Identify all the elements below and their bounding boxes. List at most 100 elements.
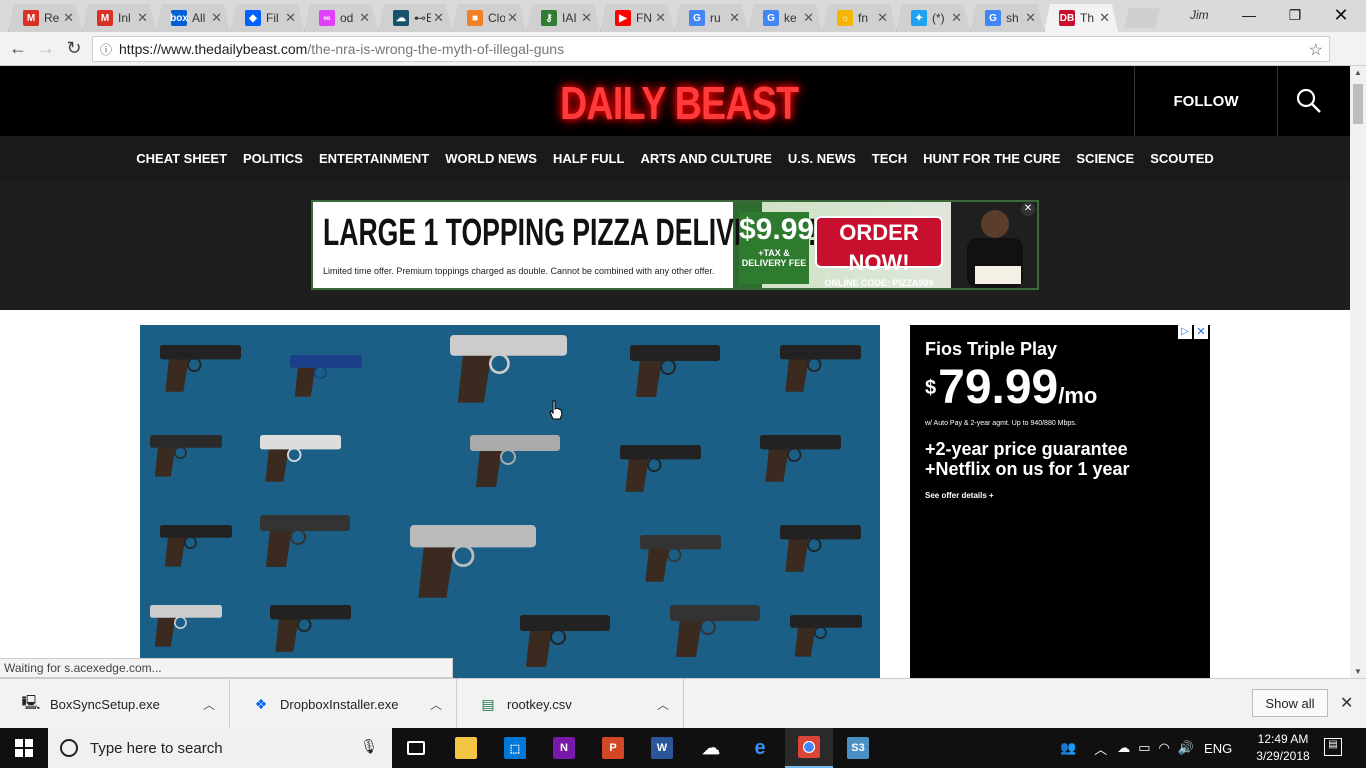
browser-tab[interactable]: ☼ fn ✕ [822, 4, 896, 32]
system-tray: 👥 ︿ ☁ ▭ ◠ 🔊 ENG [1060, 728, 1232, 768]
nav-link[interactable]: SCIENCE [1076, 151, 1134, 166]
browser-tab[interactable]: ☁ ⊷E ✕ [378, 4, 452, 32]
word-icon[interactable]: W [638, 728, 686, 768]
wifi-icon[interactable]: ◠ [1159, 740, 1170, 756]
nav-link[interactable]: ENTERTAINMENT [319, 151, 429, 166]
taskbar-search[interactable]: Type here to search 🎙 [48, 728, 392, 768]
pizza-banner-ad[interactable]: LARGE 1 TOPPING PIZZA DELIVERED! Limited… [311, 200, 1039, 290]
download-item[interactable]: ▤ rootkey.csv ︿ [457, 679, 684, 729]
close-tab-icon[interactable]: ✕ [951, 10, 962, 26]
site-logo[interactable]: DAILY BEAST [560, 76, 799, 130]
close-tab-icon[interactable]: ✕ [285, 10, 296, 26]
ad-order-button[interactable]: ORDER NOW! ONLINE CODE: PIZZA999 [815, 216, 943, 288]
task-view-icon[interactable] [392, 728, 440, 768]
nav-link[interactable]: HALF FULL [553, 151, 624, 166]
browser-tab[interactable]: ⚷ IAI ✕ [526, 4, 600, 32]
search-icon[interactable] [1296, 88, 1322, 114]
people-icon[interactable]: 👥 [1060, 740, 1076, 756]
show-all-downloads-button[interactable]: Show all [1252, 689, 1328, 717]
onenote-icon[interactable]: N [540, 728, 588, 768]
browser-tab[interactable]: ▶ FN ✕ [600, 4, 674, 32]
nav-link[interactable]: TECH [872, 151, 907, 166]
powerpoint-icon[interactable]: P [589, 728, 637, 768]
close-tab-icon[interactable]: ✕ [359, 10, 370, 26]
page-scrollbar[interactable]: ▲ ▼ [1350, 66, 1366, 678]
close-tab-icon[interactable]: ✕ [581, 10, 592, 26]
info-icon[interactable]: ⓘ [93, 41, 119, 58]
follow-button[interactable]: FOLLOW [1134, 66, 1278, 136]
close-shelf-icon[interactable]: ✕ [1340, 693, 1353, 713]
browser-tab[interactable]: M Re ✕ [8, 4, 82, 32]
adchoices-icon[interactable]: ▷ [1178, 325, 1192, 339]
minimize-button[interactable]: — [1226, 4, 1272, 26]
bookmark-star-icon[interactable]: ☆ [1309, 40, 1323, 60]
close-tab-icon[interactable]: ✕ [1099, 10, 1110, 26]
close-tab-icon[interactable]: ✕ [507, 10, 518, 26]
clock[interactable]: 12:49 AM 3/29/2018 [1254, 731, 1312, 765]
close-tab-icon[interactable]: ✕ [433, 10, 444, 26]
battery-icon[interactable]: ▭ [1138, 740, 1150, 756]
close-tab-icon[interactable]: ✕ [655, 10, 666, 26]
ad-details-link[interactable]: See offer details + [925, 491, 1195, 500]
browser-tab[interactable]: ∞ od ✕ [304, 4, 378, 32]
s3-browser-icon[interactable]: S3 [834, 728, 882, 768]
browser-tab[interactable]: M Inl ✕ [82, 4, 156, 32]
scroll-down-icon[interactable]: ▼ [1354, 667, 1362, 676]
action-center-icon[interactable]: ▤ [1324, 738, 1342, 756]
chevron-up-icon[interactable]: ︿ [203, 696, 215, 713]
close-tab-icon[interactable]: ✕ [803, 10, 814, 26]
volume-icon[interactable]: 🔊 [1178, 740, 1194, 756]
browser-tab[interactable]: Gsh ✕ [970, 4, 1044, 32]
onedrive-icon[interactable]: ☁ [687, 728, 735, 768]
start-button[interactable] [0, 728, 48, 768]
chevron-up-icon[interactable]: ︿ [430, 696, 442, 713]
browser-tab[interactable]: box All ✕ [156, 4, 230, 32]
browser-tab[interactable]: ✦ (*) ✕ [896, 4, 970, 32]
chevron-up-icon[interactable]: ︿ [1094, 739, 1107, 758]
store-icon[interactable]: ⬚ [491, 728, 539, 768]
browser-tab[interactable]: Gke ✕ [748, 4, 822, 32]
onedrive-tray-icon[interactable]: ☁ [1117, 740, 1130, 756]
download-item[interactable]: ❖ DropboxInstaller.exe ︿ [230, 679, 457, 729]
new-tab-button[interactable] [1124, 8, 1160, 28]
nav-link[interactable]: HUNT FOR THE CURE [923, 151, 1060, 166]
nav-link[interactable]: CHEAT SHEET [136, 151, 227, 166]
nav-link[interactable]: POLITICS [243, 151, 303, 166]
nav-link[interactable]: U.S. NEWS [788, 151, 856, 166]
time: 12:49 AM [1257, 732, 1309, 746]
browser-tab[interactable]: ◆ Fil ✕ [230, 4, 304, 32]
close-tab-icon[interactable]: ✕ [63, 10, 74, 26]
reload-button[interactable]: ↻ [60, 35, 88, 63]
close-tab-icon[interactable]: ✕ [729, 10, 740, 26]
microphone-icon[interactable]: 🎙 [360, 738, 378, 755]
download-item[interactable]: 🖳 BoxSyncSetup.exe ︿ [0, 679, 230, 729]
scrollbar-thumb[interactable] [1353, 84, 1363, 124]
scroll-up-icon[interactable]: ▲ [1354, 68, 1362, 77]
browser-tab[interactable]: DB Th ✕ [1044, 4, 1118, 32]
chevron-up-icon[interactable]: ︿ [657, 696, 669, 713]
restore-button[interactable]: ❐ [1272, 4, 1318, 26]
handgun-shape [150, 435, 222, 477]
nav-link[interactable]: SCOUTED [1150, 151, 1214, 166]
forward-button[interactable]: → [32, 35, 60, 63]
language-indicator[interactable]: ENG [1204, 741, 1232, 756]
fios-side-ad[interactable]: ▷ ✕ Fios Triple Play $79.99/mo w/ Auto P… [910, 325, 1210, 678]
close-tab-icon[interactable]: ✕ [211, 10, 222, 26]
close-tab-icon[interactable]: ✕ [877, 10, 888, 26]
browser-tab[interactable]: ■ Clo ✕ [452, 4, 526, 32]
close-window-button[interactable]: ✕ [1318, 4, 1364, 26]
address-bar[interactable]: ⓘ https://www.thedailybeast.com/the-nra-… [92, 36, 1330, 62]
download-filename: DropboxInstaller.exe [280, 696, 399, 712]
ad-close-icon[interactable]: ✕ [1194, 325, 1208, 339]
edge-icon[interactable]: e [736, 728, 784, 768]
file-explorer-icon[interactable] [442, 728, 490, 768]
browser-tab[interactable]: Gru ✕ [674, 4, 748, 32]
profile-name[interactable]: Jim [1190, 8, 1209, 22]
nav-link[interactable]: WORLD NEWS [445, 151, 537, 166]
close-tab-icon[interactable]: ✕ [1025, 10, 1036, 26]
back-button[interactable]: ← [4, 35, 32, 63]
chrome-icon[interactable] [785, 728, 833, 768]
ad-close-icon[interactable]: ✕ [1021, 202, 1035, 216]
nav-link[interactable]: ARTS AND CULTURE [640, 151, 771, 166]
close-tab-icon[interactable]: ✕ [137, 10, 148, 26]
